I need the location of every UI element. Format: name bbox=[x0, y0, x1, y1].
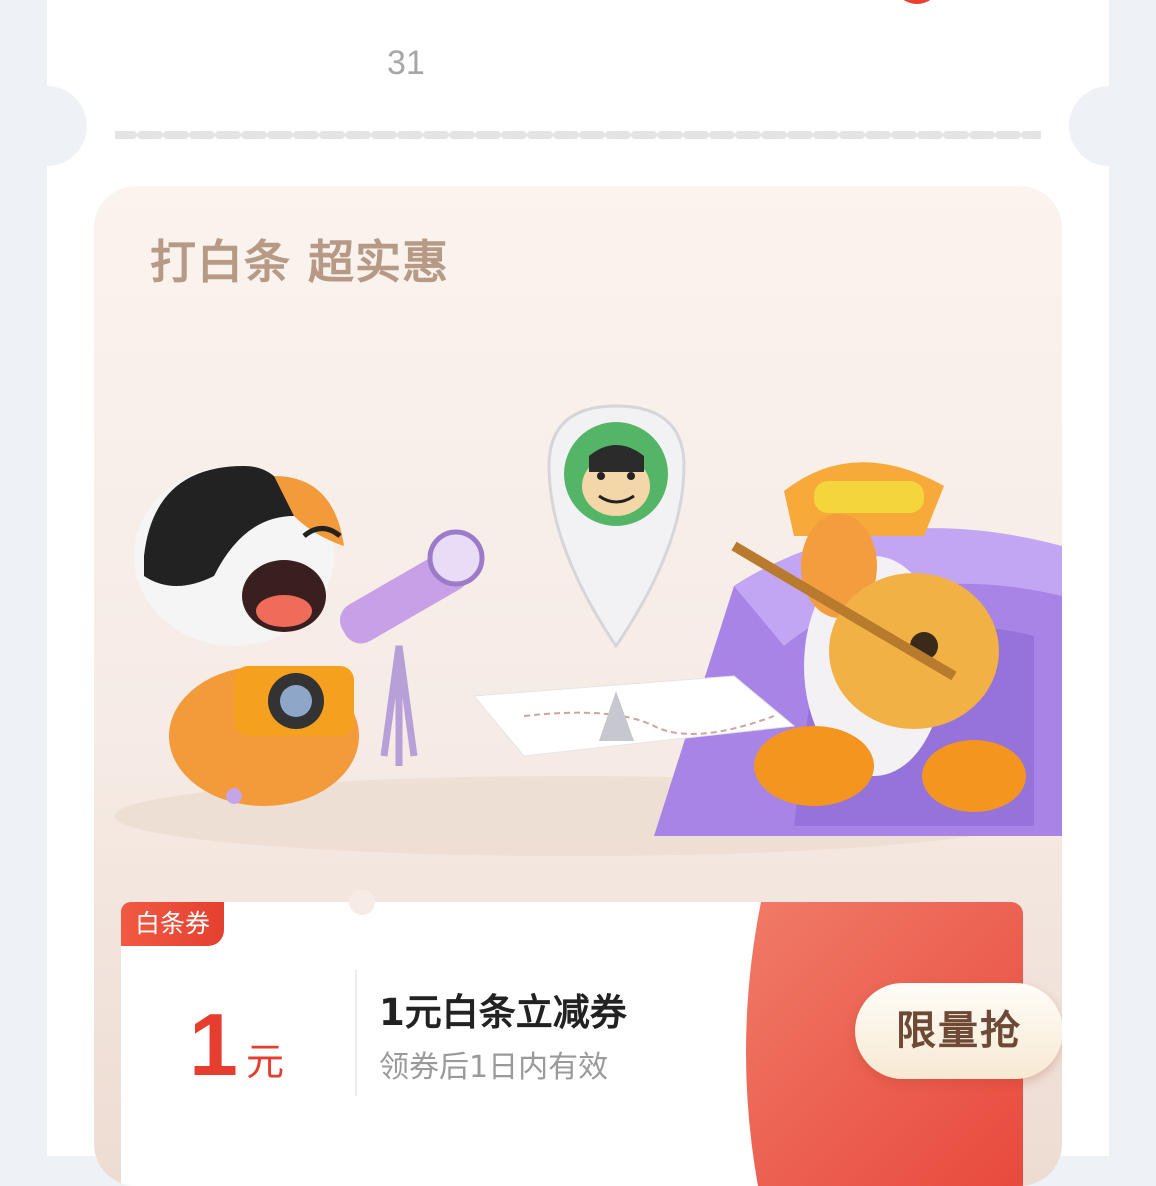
coupon-curve-edge bbox=[721, 902, 761, 1186]
cow-mascot bbox=[134, 466, 359, 806]
grab-coupon-button[interactable]: 限量抢 bbox=[855, 983, 1062, 1079]
ticket-notch-right bbox=[1069, 86, 1149, 166]
promo-banner[interactable]: 打白条 超实惠 白条券 1 元 1元白条立减券 领券后1日内有效 限量抢 bbox=[94, 186, 1062, 1186]
coupon-amount-value: 1 bbox=[189, 995, 238, 1094]
coupon-validity: 领券后1日内有效 bbox=[379, 1050, 609, 1085]
coupon-cut-top bbox=[349, 889, 375, 915]
coupon-divider bbox=[355, 970, 357, 1096]
dashed-divider bbox=[115, 128, 1041, 142]
promo-title: 打白条 超实惠 bbox=[150, 235, 450, 289]
coupon-amount-unit: 元 bbox=[245, 1040, 284, 1084]
mascot-scene-illustration bbox=[114, 404, 1062, 856]
coupon-amount: 1元 bbox=[189, 994, 284, 1096]
red-badge bbox=[893, 0, 941, 4]
coupon-title: 1元白条立减券 bbox=[379, 991, 627, 1034]
coupon-type-badge: 白条券 bbox=[121, 902, 225, 946]
date-number[interactable]: 31 bbox=[387, 44, 425, 83]
coupon-card[interactable]: 白条券 1元 1元白条立减券 领券后1日内有效 限量抢 bbox=[121, 889, 1062, 1186]
ticket-notch-left bbox=[7, 86, 87, 166]
ticket-card: 31 打白条 超实惠 白条券 1 元 1元白条立减券 领券后1日内有效 限量抢 bbox=[7, 0, 1149, 1186]
